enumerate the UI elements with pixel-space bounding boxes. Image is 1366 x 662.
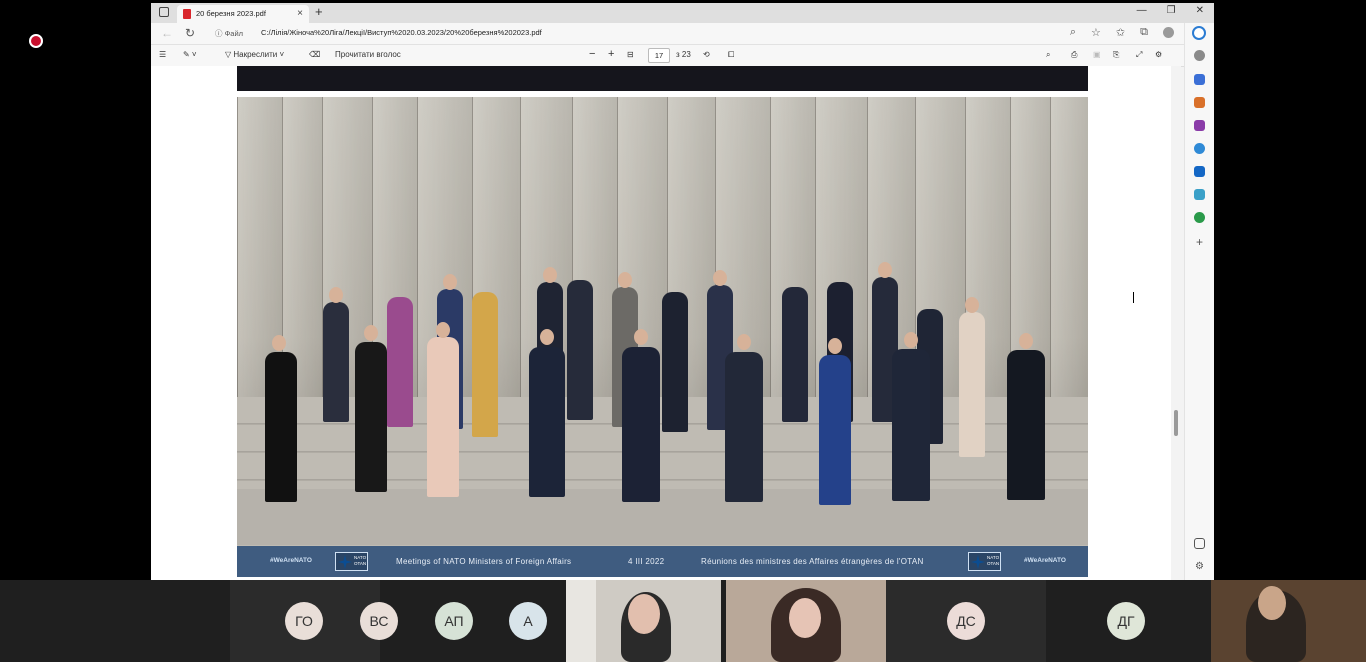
pdf-toolbar: ☰ ✎ ˅ ▽ Накреслити ˅ ⌫ Прочитати вголос … [151,45,1214,67]
sidebar-settings-icon[interactable]: ⚙ [1194,561,1205,572]
nato-logo-text: NATO OTAN [987,555,1000,566]
screen: 20 березня 2023.pdf × + — ❐ ✕ ← ↻ ⓘ Файл… [0,0,1366,662]
refresh-icon[interactable]: ↻ [185,26,195,40]
search-sidebar-icon[interactable] [1194,50,1205,61]
page-number-input[interactable]: 17 [648,48,670,63]
hashtag-right: #WeAreNATO [1024,557,1066,564]
outlook-icon[interactable] [1194,166,1205,177]
banner-english-text: Meetings of NATO Ministers of Foreign Af… [396,557,572,566]
participant-avatar: ДГ [1107,602,1145,640]
mouse-cursor-icon [1133,292,1139,303]
add-sidebar-icon[interactable]: + [1194,236,1205,248]
restore-button[interactable]: ❐ [1167,5,1176,16]
edge-sidebar: + ⚙ [1184,23,1214,580]
eraser-icon[interactable]: ⌫ [309,50,320,59]
close-window-button[interactable]: ✕ [1196,5,1204,16]
nato-logo-text: NATO OTAN [354,555,367,566]
browser-window: 20 березня 2023.pdf × + — ❐ ✕ ← ↻ ⓘ Файл… [151,3,1214,580]
nato-logo-left: NATO OTAN [335,552,368,571]
fit-page-icon[interactable]: ⊟ [627,50,634,59]
profile-avatar[interactable] [1163,27,1174,38]
photo-banner: #WeAreNATO NATO OTAN Meetings of NATO Mi… [237,546,1088,577]
contents-icon[interactable]: ☰ [159,50,166,59]
participant-video[interactable] [566,580,721,662]
banner-french-text: Réunions des ministres des Affaires étra… [701,557,924,566]
highlight-icon[interactable]: ✎ ˅ [183,50,197,59]
participant-strip: ГО ВС АП А ДС ДГ [0,580,1366,662]
office-icon[interactable] [1194,143,1205,154]
read-aloud-button[interactable]: Прочитати вголос [335,50,401,59]
file-scheme-label[interactable]: ⓘ Файл [215,28,243,39]
drop-icon[interactable] [1194,189,1205,200]
pdf-scrollbar[interactable] [1171,66,1181,580]
url-field[interactable]: C:/Лілія/Жіноча%20Ліга/Лекції/Виступ%202… [261,28,542,37]
scroll-thumb[interactable] [1174,410,1178,436]
participant-avatar: ДС [947,602,985,640]
search-icon[interactable]: ⌕ [1046,50,1050,60]
pdf-file-icon [183,9,191,19]
participant-video[interactable] [1211,580,1366,662]
back-icon[interactable]: ← [161,26,173,40]
save-icon[interactable]: ▣ [1093,50,1101,59]
new-tab-icon[interactable]: + [315,4,323,19]
total-pages: з 23 [676,50,691,59]
shopping-icon[interactable] [1194,74,1205,85]
participant-avatar: А [509,602,547,640]
address-bar: ← ↻ ⓘ Файл C:/Лілія/Жіноча%20Ліга/Лекції… [151,23,1214,45]
rotate-icon[interactable]: ⟲ [703,50,710,59]
add-favorite-icon[interactable]: ☆ [1091,26,1101,39]
hashtag-left: #WeAreNATO [270,557,312,564]
nato-star-icon [971,555,985,569]
previous-page-bottom [237,66,1088,91]
participant-tile[interactable]: ДГ [1046,580,1206,662]
nato-logo-right: NATO OTAN [968,552,1001,571]
settings-icon[interactable]: ⚙ [1155,50,1162,59]
save-as-icon[interactable]: ⎘ [1113,50,1119,60]
tab-title: 20 березня 2023.pdf [196,9,266,18]
print-icon[interactable]: ⎙ [1071,50,1077,60]
zoom-icon[interactable]: ⌕ [1070,26,1076,39]
split-view-icon[interactable] [1194,538,1205,549]
tab-actions-icon[interactable] [159,7,169,17]
games-icon[interactable] [1194,120,1205,131]
tab-bar: 20 березня 2023.pdf × + — ❐ ✕ [151,3,1214,23]
address-actions: ⌕ ☆ ✩ ⧉ ⋯ [1070,26,1200,39]
minimize-button[interactable]: — [1137,5,1147,16]
collections-icon[interactable]: ⧉ [1140,26,1148,39]
favorites-icon[interactable]: ✩ [1116,26,1125,39]
nato-group-photo: #WeAreNATO NATO OTAN Meetings of NATO Mi… [237,97,1088,577]
close-tab-icon[interactable]: × [297,5,303,23]
bing-chat-icon[interactable] [1192,26,1206,40]
participant-tile[interactable]: А [480,580,565,662]
tools-icon[interactable] [1194,97,1205,108]
tab-pdf[interactable]: 20 березня 2023.pdf × [177,5,309,23]
recording-indicator-icon [29,34,43,48]
participant-video[interactable] [726,580,886,662]
window-controls: — ❐ ✕ [1137,5,1204,16]
participant-tile[interactable]: ДС [886,580,1046,662]
zoom-in-button[interactable]: + [608,48,614,60]
zoom-out-button[interactable]: − [589,48,595,60]
fullscreen-icon[interactable]: ⤢ [1136,50,1142,60]
tree-icon[interactable] [1194,212,1205,223]
pdf-page-view[interactable]: #WeAreNATO NATO OTAN Meetings of NATO Mi… [151,66,1181,580]
page-view-icon[interactable]: ⧠ [728,50,734,60]
participant-avatar: АП [435,602,473,640]
banner-date: 4 III 2022 [628,557,665,566]
draw-button[interactable]: ▽ Накреслити ˅ [225,50,284,59]
nato-star-icon [338,555,352,569]
